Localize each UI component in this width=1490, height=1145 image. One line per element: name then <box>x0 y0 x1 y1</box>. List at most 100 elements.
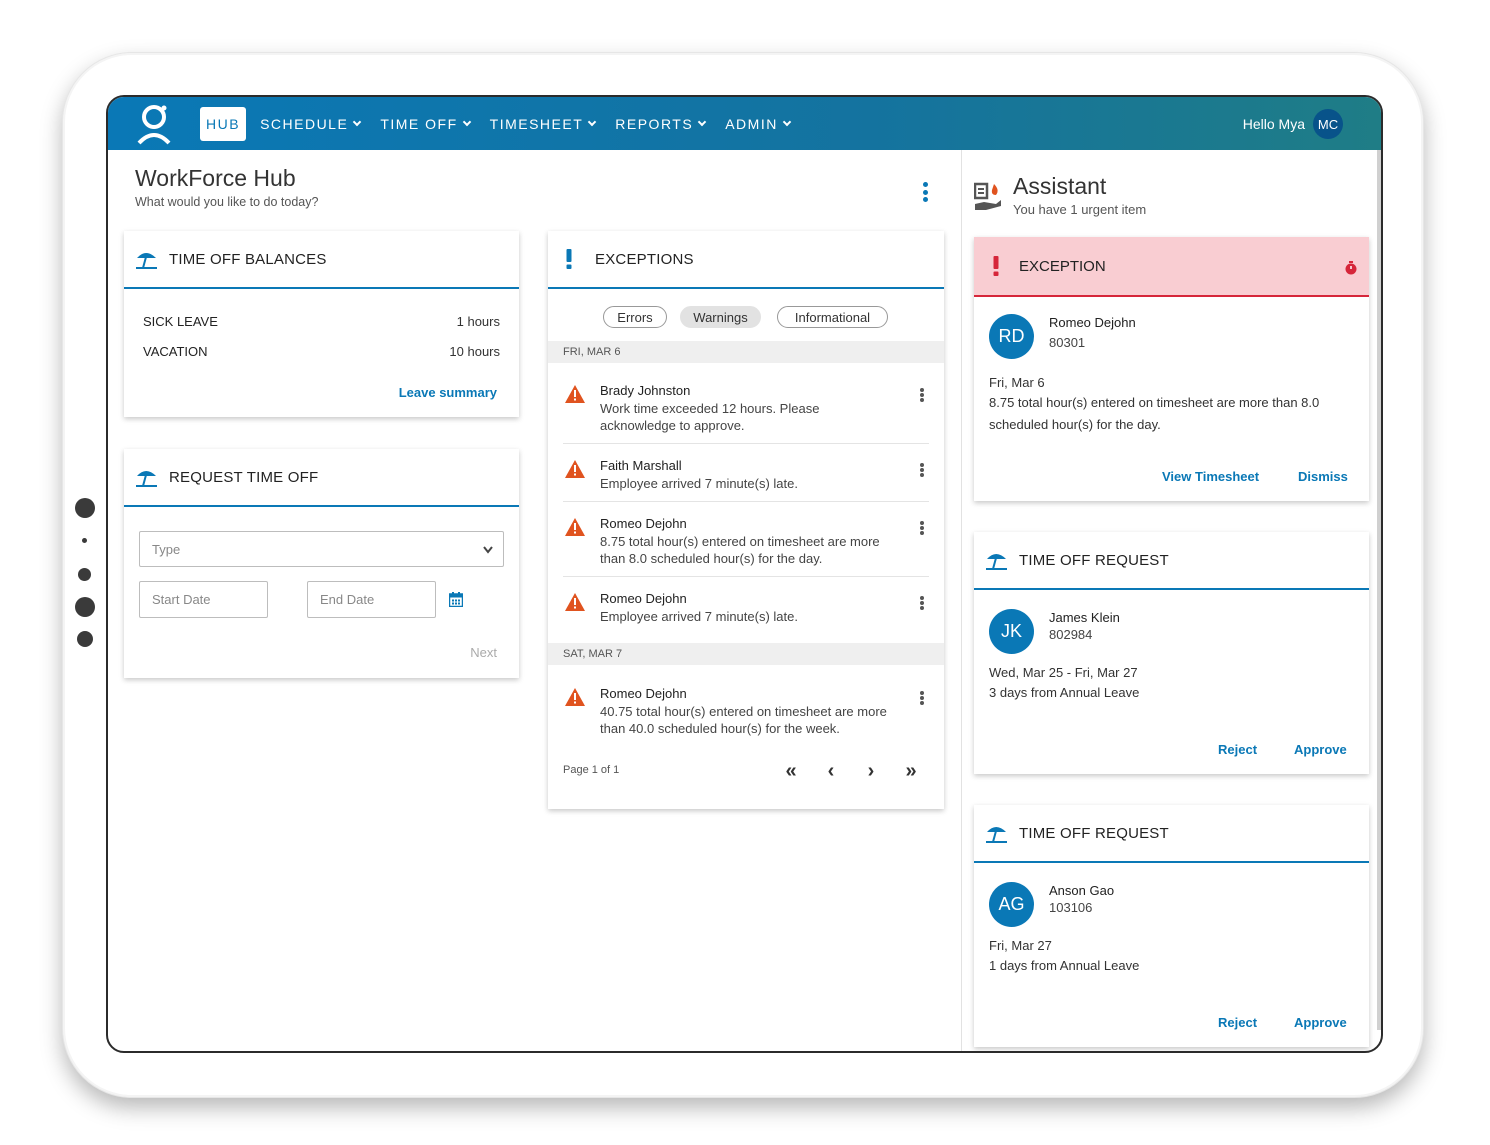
chevron-down-icon <box>483 546 493 554</box>
nav-label: TIME OFF <box>380 116 458 132</box>
exception-message: Employee arrived 7 minute(s) late. <box>600 476 798 491</box>
chevron-down-icon <box>782 117 792 127</box>
request-detail: 3 days from Annual Leave <box>989 685 1140 700</box>
card-header: EXCEPTIONS <box>548 231 944 289</box>
kebab-menu-icon[interactable] <box>912 593 932 613</box>
reject-button[interactable]: Reject <box>1218 1015 1257 1030</box>
user-greeting: Hello Mya <box>1242 116 1305 132</box>
reject-button[interactable]: Reject <box>1218 742 1257 757</box>
assistant-exception-card: EXCEPTION RD Romeo Dejohn 80301 Fri, Mar… <box>974 237 1369 501</box>
employee-id: 802984 <box>1049 627 1093 642</box>
approve-button[interactable]: Approve <box>1294 742 1347 757</box>
exception-item[interactable]: Romeo Dejohn Employee arrived 7 minute(s… <box>563 591 929 635</box>
first-page-icon[interactable]: « <box>778 758 804 784</box>
avatar: AG <box>989 882 1034 927</box>
kebab-menu-icon[interactable] <box>912 518 932 538</box>
kebab-menu-icon[interactable] <box>915 179 935 205</box>
filter-informational[interactable]: Informational <box>777 306 888 328</box>
nav-item-schedule[interactable]: SCHEDULE <box>250 107 370 141</box>
prev-page-icon[interactable]: ‹ <box>818 758 844 784</box>
timer-icon <box>1345 261 1357 275</box>
app-screen: HUB SCHEDULE TIME OFF TIMESHEET REPORTS … <box>106 95 1383 1053</box>
tablet-sensor <box>77 631 93 647</box>
last-page-icon[interactable]: » <box>898 758 924 784</box>
exclamation-icon <box>993 256 999 276</box>
employee-name: Romeo Dejohn <box>600 686 687 701</box>
exception-item[interactable]: Romeo Dejohn 40.75 total hour(s) entered… <box>563 686 929 742</box>
chevron-down-icon <box>462 117 471 127</box>
card-title: TIME OFF REQUEST <box>1019 824 1169 842</box>
time-off-request-card: TIME OFF REQUEST JK James Klein 802984 W… <box>974 532 1369 774</box>
card-title: TIME OFF REQUEST <box>1019 551 1169 569</box>
calendar-icon[interactable] <box>449 592 463 607</box>
nav-item-admin[interactable]: ADMIN <box>715 107 800 141</box>
dismiss-button[interactable]: Dismiss <box>1298 469 1348 484</box>
kebab-menu-icon[interactable] <box>912 385 932 405</box>
end-date-placeholder: End Date <box>320 592 375 607</box>
assistant-divider <box>961 150 962 1051</box>
employee-name: James Klein <box>1049 610 1120 625</box>
request-dates: Wed, Mar 25 - Fri, Mar 27 <box>989 665 1138 680</box>
exception-item[interactable]: Brady Johnston Work time exceeded 12 hou… <box>563 383 929 444</box>
nav-item-reports[interactable]: REPORTS <box>605 107 715 141</box>
nav-item-time-off[interactable]: TIME OFF <box>370 107 479 141</box>
leave-summary-link[interactable]: Leave summary <box>399 385 497 400</box>
nav-label: REPORTS <box>615 116 694 132</box>
tablet-sensor <box>75 597 95 617</box>
warning-triangle-icon <box>565 518 585 536</box>
start-date-placeholder: Start Date <box>152 592 211 607</box>
nav-item-timesheet[interactable]: TIMESHEET <box>480 107 606 141</box>
time-off-request-card: TIME OFF REQUEST AG Anson Gao 103106 Fri… <box>974 805 1369 1047</box>
card-header: TIME OFF REQUEST <box>974 805 1369 863</box>
employee-id: 80301 <box>1049 335 1086 350</box>
card-title: EXCEPTION <box>1019 257 1106 275</box>
date-group-header: SAT, MAR 7 <box>548 643 944 665</box>
assistant-title: Assistant <box>1013 173 1107 199</box>
next-page-icon[interactable]: › <box>858 758 884 784</box>
next-button[interactable]: Next <box>470 645 497 660</box>
view-timesheet-button[interactable]: View Timesheet <box>1162 469 1259 484</box>
kebab-menu-icon[interactable] <box>912 460 932 480</box>
balance-value: 10 hours <box>449 344 500 359</box>
tablet-camera <box>75 498 95 518</box>
employee-name: Faith Marshall <box>600 458 682 473</box>
start-date-field[interactable]: Start Date <box>139 581 268 618</box>
request-time-off-card: REQUEST TIME OFF Type Start Date End Dat… <box>124 449 519 678</box>
assistant-scrollbar[interactable] <box>1377 150 1381 1030</box>
approve-button[interactable]: Approve <box>1294 1015 1347 1030</box>
nav-menu: HUB SCHEDULE TIME OFF TIMESHEET REPORTS … <box>200 107 800 141</box>
employee-name: Romeo Dejohn <box>1049 315 1136 330</box>
warning-triangle-icon <box>565 460 585 478</box>
tablet-sensor <box>82 538 87 543</box>
exception-message: Employee arrived 7 minute(s) late. <box>600 609 798 624</box>
person-logo-icon[interactable] <box>136 103 172 145</box>
end-date-field[interactable]: End Date <box>307 581 436 618</box>
umbrella-icon <box>986 554 1007 570</box>
card-title: REQUEST TIME OFF <box>169 468 319 486</box>
exception-item[interactable]: Romeo Dejohn 8.75 total hour(s) entered … <box>563 516 929 577</box>
exception-message: 8.75 total hour(s) entered on timesheet … <box>600 534 880 566</box>
exception-item[interactable]: Faith Marshall Employee arrived 7 minute… <box>563 458 929 502</box>
avatar: RD <box>989 314 1034 359</box>
filter-errors[interactable]: Errors <box>603 306 667 328</box>
filter-warnings[interactable]: Warnings <box>680 306 761 328</box>
nav-item-hub[interactable]: HUB <box>200 107 247 141</box>
employee-name: Anson Gao <box>1049 883 1115 898</box>
exception-message: Work time exceeded 12 hours. Please ackn… <box>600 401 820 433</box>
warning-triangle-icon <box>565 385 585 403</box>
nav-label: TIMESHEET <box>489 116 584 132</box>
exception-message: 40.75 total hour(s) entered on timesheet… <box>600 704 887 736</box>
time-off-balances-card: TIME OFF BALANCES SICK LEAVE 1 hours VAC… <box>124 231 519 417</box>
kebab-menu-icon[interactable] <box>912 688 932 708</box>
chevron-down-icon <box>697 117 707 127</box>
type-select[interactable]: Type <box>139 531 504 567</box>
employee-id: 103106 <box>1049 900 1093 915</box>
avatar: JK <box>989 609 1034 654</box>
exceptions-card: EXCEPTIONS Errors Warnings Informational… <box>548 231 944 809</box>
request-dates: Fri, Mar 27 <box>989 938 1052 953</box>
user-avatar[interactable]: MC <box>1313 109 1343 139</box>
exclamation-icon <box>566 249 572 269</box>
type-placeholder: Type <box>152 541 181 557</box>
chevron-down-icon <box>353 117 362 127</box>
umbrella-icon <box>986 827 1007 843</box>
